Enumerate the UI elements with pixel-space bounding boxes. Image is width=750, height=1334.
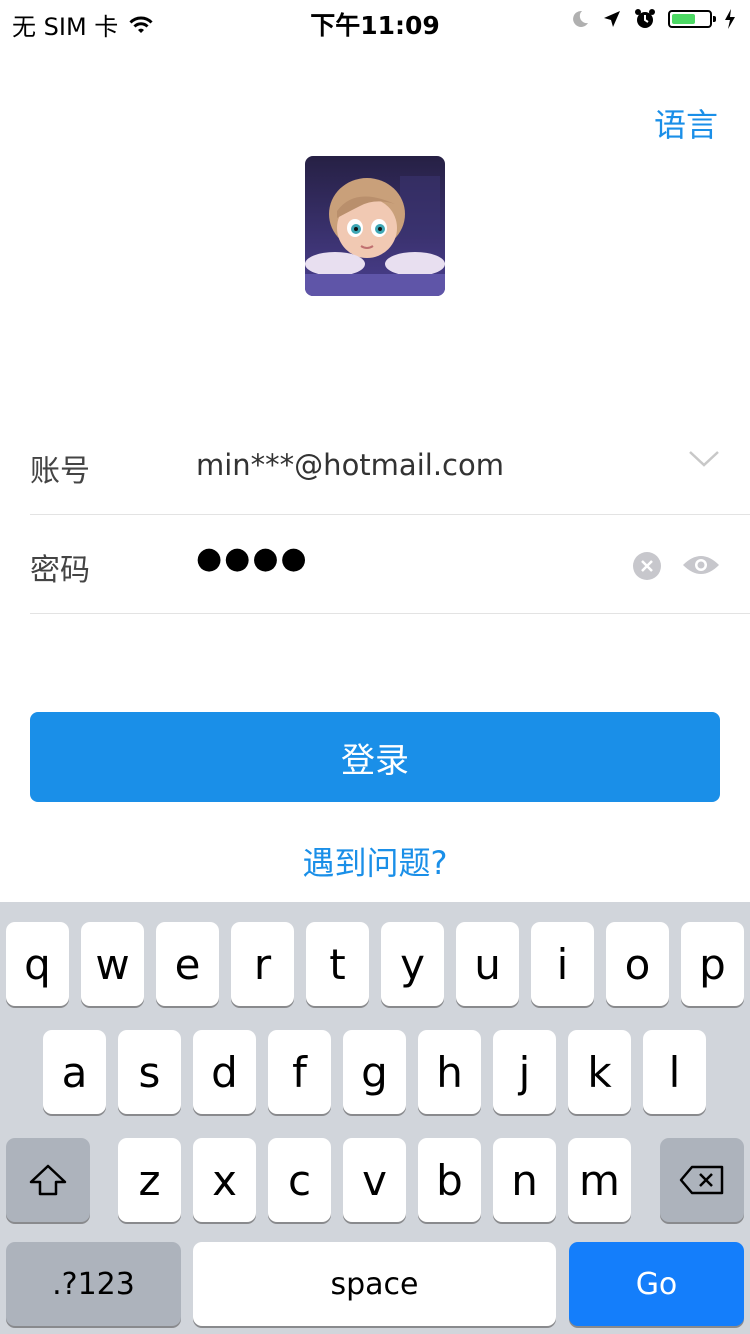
key-o[interactable]: o: [606, 922, 669, 1006]
clear-icon[interactable]: [632, 551, 662, 581]
key-a[interactable]: a: [43, 1030, 106, 1114]
key-b[interactable]: b: [418, 1138, 481, 1222]
account-label: 账号: [30, 454, 90, 489]
eye-icon[interactable]: [682, 553, 720, 577]
key-f[interactable]: f: [268, 1030, 331, 1114]
key-r[interactable]: r: [231, 922, 294, 1006]
shift-key[interactable]: [6, 1138, 90, 1222]
battery-fill: [672, 14, 695, 24]
password-label: 密码: [30, 553, 90, 588]
status-bar: 无 SIM 卡 下午11:09: [0, 0, 750, 41]
key-d[interactable]: d: [193, 1030, 256, 1114]
keyboard: q w e r t y u i o p a s d f g h j k l z …: [0, 902, 750, 1334]
key-c[interactable]: c: [268, 1138, 331, 1222]
key-l[interactable]: l: [643, 1030, 706, 1114]
key-g[interactable]: g: [343, 1030, 406, 1114]
key-n[interactable]: n: [493, 1138, 556, 1222]
battery-icon: [668, 10, 716, 28]
login-button[interactable]: 登录: [30, 712, 720, 802]
key-z[interactable]: z: [118, 1138, 181, 1222]
space-key[interactable]: space: [193, 1242, 556, 1326]
key-q[interactable]: q: [6, 922, 69, 1006]
key-v[interactable]: v: [343, 1138, 406, 1222]
key-x[interactable]: x: [193, 1138, 256, 1222]
avatar: [305, 156, 445, 296]
key-s[interactable]: s: [118, 1030, 181, 1114]
key-y[interactable]: y: [381, 922, 444, 1006]
key-u[interactable]: u: [456, 922, 519, 1006]
account-input[interactable]: min***@hotmail.com: [196, 448, 504, 482]
help-link[interactable]: 遇到问题?: [0, 838, 750, 884]
key-w[interactable]: w: [81, 922, 144, 1006]
key-i[interactable]: i: [531, 922, 594, 1006]
key-h[interactable]: h: [418, 1030, 481, 1114]
key-m[interactable]: m: [568, 1138, 631, 1222]
location-icon: [604, 11, 620, 27]
backspace-key[interactable]: [660, 1138, 744, 1222]
charging-icon: [725, 9, 735, 29]
key-j[interactable]: j: [493, 1030, 556, 1114]
key-t[interactable]: t: [306, 922, 369, 1006]
chevron-down-icon[interactable]: [688, 450, 720, 468]
password-row[interactable]: 密码 ●●●●: [30, 515, 750, 614]
key-k[interactable]: k: [568, 1030, 631, 1114]
moon-icon: [573, 10, 588, 27]
go-key[interactable]: Go: [569, 1242, 744, 1326]
password-input[interactable]: ●●●●: [196, 541, 309, 576]
numbers-key[interactable]: .?123: [6, 1242, 181, 1326]
key-p[interactable]: p: [681, 922, 744, 1006]
backspace-icon: [679, 1165, 724, 1195]
key-e[interactable]: e: [156, 922, 219, 1006]
status-right: [570, 8, 736, 30]
shift-icon: [29, 1164, 67, 1196]
language-link[interactable]: 语言: [654, 100, 718, 146]
battery-nub: [713, 16, 716, 22]
account-row[interactable]: 账号 min***@hotmail.com: [30, 416, 750, 515]
alarm-icon: [635, 9, 655, 28]
avatar-image: [305, 156, 445, 296]
